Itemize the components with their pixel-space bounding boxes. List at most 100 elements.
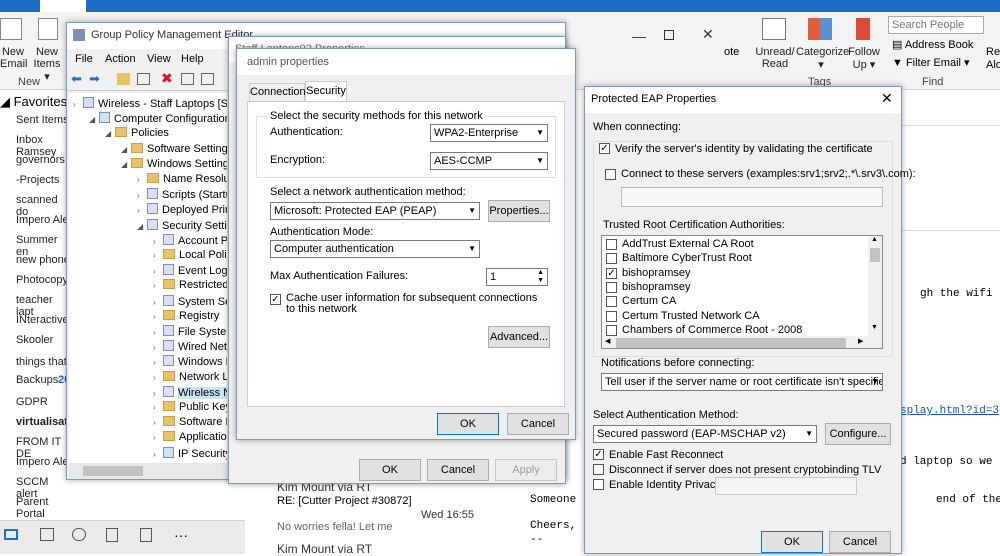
unread-read-button[interactable]: Unread/ Read: [752, 46, 798, 70]
expand-chevron-icon[interactable]: ›: [153, 450, 163, 459]
configure-button[interactable]: Configure...: [825, 423, 891, 445]
authentication-select[interactable]: WPA2-Enterprise ▼: [430, 124, 548, 142]
more-icon[interactable]: ···: [174, 527, 188, 543]
expand-chevron-icon[interactable]: ›: [153, 343, 163, 352]
identity-privacy-checkbox[interactable]: [593, 479, 604, 490]
address-book-button[interactable]: ▤ Address Book: [892, 38, 973, 51]
expand-chevron-icon[interactable]: ◢: [137, 222, 147, 231]
back-arrow-icon[interactable]: ⬅: [71, 71, 82, 87]
folder-item[interactable]: things that: [16, 356, 67, 368]
ca-checkbox[interactable]: [606, 296, 617, 308]
expand-chevron-icon[interactable]: ›: [73, 100, 83, 109]
delete-icon[interactable]: ✖: [161, 70, 173, 87]
tree-item[interactable]: › IP Security Po: [153, 446, 227, 460]
max-failures-stepper[interactable]: 1 ▲ ▼: [486, 268, 548, 286]
tree-item[interactable]: ◢ Policies: [105, 127, 169, 139]
ca-checkbox[interactable]: [606, 281, 617, 293]
ca-checkbox[interactable]: [606, 324, 617, 336]
scroll-left-icon[interactable]: ◀: [605, 337, 610, 345]
folder-item[interactable]: INteractive: [16, 314, 69, 326]
expand-chevron-icon[interactable]: ›: [153, 237, 163, 246]
auth-mode-select[interactable]: Computer authentication ▼: [270, 240, 480, 258]
expand-chevron-icon[interactable]: ›: [137, 191, 147, 200]
calendar-icon[interactable]: [40, 528, 54, 541]
tree-item[interactable]: › Wired Networ: [153, 340, 227, 353]
search-people-input[interactable]: [888, 16, 984, 34]
tree-item[interactable]: › Event Log: [153, 264, 227, 277]
show-tree-icon[interactable]: [137, 73, 150, 85]
filter-email-button[interactable]: ▼ Filter Email ▾: [892, 56, 970, 69]
identity-privacy-input[interactable]: [715, 477, 857, 495]
ca-list-item[interactable]: Certum Trusted Network CA: [606, 310, 866, 324]
expand-chevron-icon[interactable]: ›: [153, 312, 163, 321]
admin-ok-button[interactable]: OK: [437, 413, 499, 435]
scroll-down-icon[interactable]: ▼: [871, 324, 878, 331]
disconnect-tlv-checkbox[interactable]: [593, 464, 604, 475]
up-folder-icon[interactable]: [117, 73, 130, 85]
categorize-button[interactable]: Categorize ▾: [796, 46, 849, 71]
vscroll-thumb[interactable]: [870, 248, 880, 262]
expand-chevron-icon[interactable]: ◢: [121, 145, 131, 154]
auth-method-peap-select[interactable]: Secured password (EAP-MSCHAP v2) ▼: [593, 425, 817, 443]
properties-icon[interactable]: [181, 73, 194, 85]
tree-item[interactable]: › Name Resolution: [137, 173, 227, 185]
notes-icon[interactable]: [140, 528, 152, 542]
expand-chevron-icon[interactable]: ›: [153, 418, 163, 427]
verify-server-checkbox[interactable]: ✓: [599, 143, 610, 154]
tree-item[interactable]: › System Servic: [153, 294, 227, 308]
expand-chevron-icon[interactable]: ›: [153, 403, 163, 412]
tree-item[interactable]: › Scripts (Startup/S: [137, 188, 227, 201]
tree-item[interactable]: › Software Rest: [153, 416, 227, 428]
forward-arrow-icon[interactable]: ➡: [89, 71, 100, 87]
staff-cancel-button[interactable]: Cancel: [427, 459, 489, 481]
scroll-right-icon[interactable]: ▶: [858, 337, 863, 345]
people-icon[interactable]: [72, 528, 86, 541]
ca-hscrollbar[interactable]: ◀ ▶: [602, 336, 882, 348]
expand-chevron-icon[interactable]: ◢: [89, 115, 99, 124]
favorites-header[interactable]: ◢ Favorites: [0, 94, 67, 110]
expand-chevron-icon[interactable]: ◢: [121, 160, 131, 169]
connect-servers-checkbox[interactable]: [605, 169, 616, 180]
tree-item[interactable]: › Network List M: [153, 370, 227, 383]
tasks-icon[interactable]: [106, 528, 118, 542]
gpme-menu-action[interactable]: Action: [105, 53, 136, 65]
expand-chevron-icon[interactable]: ›: [153, 433, 163, 442]
new-email-button[interactable]: New Email: [0, 46, 28, 70]
tab-security[interactable]: Security: [305, 81, 347, 102]
folder-item[interactable]: Parent Portal: [16, 496, 70, 520]
ca-hscroll-thumb[interactable]: [616, 338, 846, 348]
encryption-select[interactable]: AES-CCMP ▼: [430, 152, 548, 170]
tree-item[interactable]: › Registry: [153, 309, 219, 322]
peap-close-icon[interactable]: ✕: [881, 90, 893, 107]
expand-chevron-icon[interactable]: ›: [153, 267, 163, 276]
ca-list-item[interactable]: ✓ bishopramsey: [606, 267, 866, 281]
advanced-button[interactable]: Advanced...: [488, 326, 550, 348]
expand-chevron-icon[interactable]: ›: [137, 175, 147, 184]
tree-item[interactable]: › Local Policies: [153, 249, 227, 261]
folder-item[interactable]: Impero Ale: [16, 456, 69, 468]
folder-item[interactable]: Backups: [16, 374, 58, 386]
servers-input[interactable]: [621, 187, 883, 207]
expand-chevron-icon[interactable]: ›: [153, 298, 163, 307]
follow-up-button[interactable]: Follow Up ▾: [846, 46, 882, 71]
ca-vscrollbar[interactable]: ▲ ▼: [868, 236, 882, 336]
minimize-icon[interactable]: —: [632, 28, 646, 44]
mail-icon[interactable]: [4, 529, 18, 540]
expand-chevron-icon[interactable]: ›: [153, 251, 163, 260]
tree-item[interactable]: › Wireless Netw: [153, 385, 227, 399]
tab-connection[interactable]: Connection: [249, 83, 306, 101]
ca-checkbox[interactable]: ✓: [606, 267, 617, 279]
tree-item[interactable]: › Public Key Po: [153, 401, 227, 413]
close-icon[interactable]: ✕: [702, 26, 714, 43]
folder-item[interactable]: Impero Ale: [16, 214, 69, 226]
tree-item[interactable]: › Restricted Gro: [153, 279, 227, 291]
folder-item[interactable]: -Projects: [16, 174, 59, 186]
reading-link[interactable]: splay.html?id=3: [900, 405, 999, 417]
hscroll-thumb[interactable]: [83, 466, 143, 476]
tree-item[interactable]: › Windows Fire: [153, 355, 227, 368]
expand-chevron-icon[interactable]: ›: [153, 328, 163, 337]
folder-item[interactable]: governors: [16, 154, 65, 166]
cache-user-info-checkbox[interactable]: ✓: [270, 294, 281, 305]
admin-cancel-button[interactable]: Cancel: [507, 413, 569, 435]
peap-cancel-button[interactable]: Cancel: [829, 531, 891, 553]
